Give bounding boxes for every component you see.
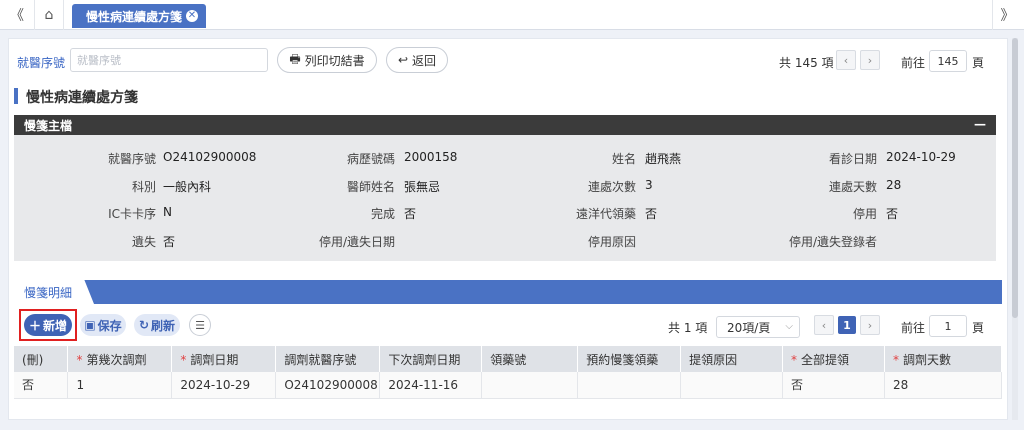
column-header[interactable]: * 全部提領	[782, 346, 885, 372]
search-label: 就醫序號	[17, 56, 66, 70]
column-header[interactable]: (刪)	[14, 346, 69, 372]
highlight-box	[19, 309, 77, 341]
field-label: IC卡卡序	[108, 207, 156, 221]
scrollbar-thumb[interactable]	[1012, 38, 1018, 318]
column-header[interactable]: 提領原因	[680, 346, 784, 372]
table-cell: 28	[884, 372, 1003, 399]
column-header[interactable]: 預約慢箋領藥	[577, 346, 682, 372]
prev-page-button[interactable]: ‹	[836, 50, 856, 70]
field-value: 2000158	[404, 150, 458, 164]
field-label: 連處次數	[587, 180, 636, 194]
field-label: 遠洋代領藥	[575, 207, 636, 221]
collapse-icon[interactable]: —	[974, 117, 986, 131]
field-label: 遺失	[131, 235, 156, 249]
next-page-button[interactable]: ›	[860, 50, 880, 70]
table-cell: 2024-11-16	[379, 372, 483, 399]
refresh-icon: ↻	[138, 318, 150, 332]
next-page-button[interactable]: ›	[860, 315, 880, 335]
field-value: 3	[645, 178, 653, 192]
table-cell	[680, 372, 784, 399]
prev-page-button[interactable]: ‹	[814, 315, 834, 335]
required-marker: *	[180, 352, 187, 367]
field-label: 停用/遺失日期	[318, 235, 395, 249]
page-size-select[interactable]: 20項/頁 ⌵	[716, 316, 800, 338]
save-icon: ▣	[84, 318, 96, 332]
column-settings-icon[interactable]: ☰	[189, 314, 211, 336]
tab-detail[interactable]: 慢箋明細	[14, 280, 94, 304]
field-label: 醫師姓名	[346, 180, 395, 194]
field-value: 否	[645, 207, 658, 221]
top-bar: 《 ⌂ 慢性病連續處方箋 ✕ 》	[0, 0, 1024, 30]
goto-label: 前往	[901, 321, 926, 335]
detail-total-count: 共 1 項	[668, 321, 708, 335]
tab-chronic-prescription[interactable]: 慢性病連續處方箋 ✕	[72, 4, 206, 28]
title-accent	[14, 88, 18, 104]
column-header[interactable]: * 調劑日期	[171, 346, 277, 372]
field-value: 張無忌	[404, 180, 441, 194]
table-cell: 1	[67, 372, 173, 399]
goto-label: 前往	[901, 56, 926, 70]
refresh-button[interactable]: ↻ 刷新	[134, 314, 180, 336]
table-row[interactable]: 否 1 2024-10-29 O24102900008 2024-11-16 否 28	[14, 372, 1003, 399]
field-value: 否	[163, 235, 176, 249]
field-label: 看診日期	[828, 152, 877, 166]
page-title: 慢性病連續處方箋	[26, 90, 138, 106]
visit-number-input[interactable]: 就醫序號	[70, 48, 268, 72]
column-header[interactable]: 領藥號	[481, 346, 579, 372]
column-header[interactable]: 調劑就醫序號	[275, 346, 381, 372]
return-icon: ↩	[397, 53, 409, 67]
page-unit: 頁	[972, 321, 985, 335]
page-unit: 頁	[972, 56, 985, 70]
expand-icon[interactable]: 》	[992, 0, 1022, 30]
table-header-row: (刪) * 第幾次調劑 * 調劑日期 調劑就醫序號 下次調劑日期 領藥號 預約慢箋領藥 提領原因 *…	[14, 346, 1003, 372]
goto-page-input[interactable]: 145	[929, 50, 967, 72]
table-cell: 否	[14, 372, 69, 399]
total-count: 共 145 項	[779, 56, 834, 70]
field-value: 趙飛燕	[645, 152, 682, 166]
home-icon[interactable]: ⌂	[34, 0, 64, 30]
detail-tab-strip	[14, 280, 1002, 304]
field-value: 否	[404, 207, 417, 221]
detail-table: (刪) * 第幾次調劑 * 調劑日期 調劑就醫序號 下次調劑日期 領藥號 預約慢箋領藥 提領原因 *…	[14, 346, 1003, 399]
table-cell	[577, 372, 682, 399]
field-label: 停用原因	[587, 235, 636, 249]
required-marker: *	[76, 352, 83, 367]
column-header[interactable]: * 第幾次調劑	[67, 346, 173, 372]
column-header[interactable]: * 調劑天數	[884, 346, 1003, 372]
print-button[interactable]: 🖶 列印切結書	[277, 47, 377, 73]
field-value: 一般內科	[163, 180, 212, 194]
printer-icon: 🖶	[289, 51, 301, 66]
field-value: O24102900008	[163, 150, 257, 164]
field-label: 停用/遺失登錄者	[788, 235, 877, 249]
save-button[interactable]: ▣ 保存	[80, 314, 126, 336]
required-marker: *	[791, 352, 798, 367]
field-value: 2024-10-29	[886, 150, 956, 164]
back-button[interactable]: ↩ 返回	[386, 47, 448, 73]
column-header[interactable]: 下次調劑日期	[379, 346, 483, 372]
field-label: 科別	[131, 180, 156, 194]
field-label: 連處天數	[828, 180, 877, 194]
tab-label: 慢性病連續處方箋	[86, 9, 183, 24]
field-label: 停用	[852, 207, 877, 221]
table-cell: 2024-10-29	[171, 372, 277, 399]
table-cell: 否	[782, 372, 885, 399]
goto-page-input[interactable]: 1	[929, 315, 967, 337]
current-page[interactable]: 1	[838, 316, 856, 334]
field-value: 否	[886, 207, 899, 221]
field-value: 28	[886, 178, 902, 192]
close-icon[interactable]: ✕	[186, 10, 198, 22]
field-label: 就醫序號	[107, 152, 156, 166]
required-marker: *	[892, 352, 899, 367]
table-cell	[481, 372, 579, 399]
field-label: 姓名	[611, 152, 636, 166]
table-cell[interactable]: O24102900008	[275, 372, 381, 399]
master-section-header: 慢箋主檔 —	[14, 115, 996, 135]
field-value: N	[163, 205, 172, 219]
field-label: 完成	[370, 207, 395, 221]
chevron-down-icon: ⌵	[785, 321, 793, 332]
collapse-sidebar-icon[interactable]: 《	[2, 0, 32, 30]
field-label: 病歷號碼	[346, 152, 395, 166]
